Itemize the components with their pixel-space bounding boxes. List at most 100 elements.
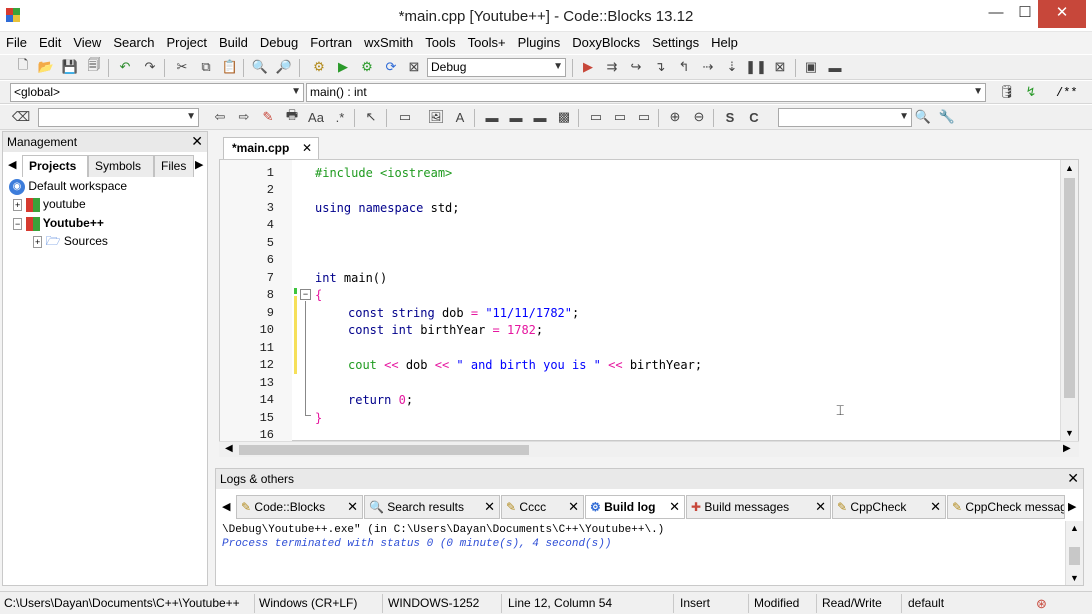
run-to-cursor-icon[interactable]: ⇉ bbox=[603, 58, 621, 76]
scrollbar-thumb[interactable] bbox=[1069, 547, 1080, 565]
run-icon[interactable]: ▶ bbox=[334, 58, 352, 76]
step-out-icon[interactable]: ↰ bbox=[675, 58, 693, 76]
editor-vertical-scrollbar[interactable]: ▲ ▼ bbox=[1060, 160, 1078, 442]
tree-item-youtube[interactable]: + youtube bbox=[13, 195, 86, 213]
code-editor[interactable]: 1 2 3 4 5 6 7 8 9 10 11 12 13 14 15 16 −… bbox=[219, 159, 1079, 442]
log-tab-cppcheck[interactable]: ✎ CppCheck ✕ bbox=[832, 495, 946, 519]
new-file-icon[interactable]: 🗋 bbox=[14, 57, 32, 76]
align-top-icon[interactable]: ▬ bbox=[483, 108, 501, 126]
scrollbar-thumb[interactable] bbox=[239, 445, 529, 455]
align-middle-icon[interactable]: ▬ bbox=[507, 108, 525, 126]
scroll-down-icon[interactable]: ▼ bbox=[1070, 573, 1079, 583]
log-tab-search-results[interactable]: 🔍 Search results ✕ bbox=[364, 495, 500, 519]
editor-horizontal-scrollbar[interactable]: ◀ ▶ bbox=[219, 441, 1079, 457]
menu-project[interactable]: Project bbox=[161, 33, 213, 50]
tab-scroll-left-icon[interactable]: ◀ bbox=[8, 158, 16, 171]
wildcard-icon[interactable]: .* bbox=[331, 108, 349, 126]
scroll-up-icon[interactable]: ▲ bbox=[1065, 163, 1074, 173]
s-icon[interactable]: S bbox=[721, 108, 739, 126]
database-icon[interactable]: 🛢 bbox=[998, 83, 1016, 101]
menu-settings[interactable]: Settings bbox=[646, 33, 705, 50]
tab-symbols[interactable]: Symbols bbox=[88, 155, 154, 177]
settings-wrench-icon[interactable]: 🔧 bbox=[938, 108, 956, 126]
step-instruction-icon[interactable]: ⇣ bbox=[723, 58, 741, 76]
menu-debug[interactable]: Debug bbox=[254, 33, 304, 50]
debug-info-icon[interactable]: ▬ bbox=[826, 58, 844, 76]
tab-scroll-right-icon[interactable]: ▶ bbox=[1068, 500, 1076, 513]
tree-item-youtube-plusplus[interactable]: − Youtube++ bbox=[13, 214, 104, 232]
symbol-select[interactable]: main() : int ▼ bbox=[306, 83, 986, 102]
scrollbar-thumb[interactable] bbox=[1064, 178, 1075, 398]
menu-help[interactable]: Help bbox=[705, 33, 744, 50]
redo-icon[interactable]: ↷ bbox=[141, 58, 159, 76]
menu-view[interactable]: View bbox=[67, 33, 107, 50]
zoom-out-icon[interactable]: ⊖ bbox=[690, 108, 708, 126]
search-combo[interactable]: ▼ bbox=[38, 108, 199, 127]
log-tab-codeblocks[interactable]: ✎ Code::Blocks ✕ bbox=[236, 495, 363, 519]
tab-projects[interactable]: Projects bbox=[22, 155, 88, 177]
fold-collapse-icon[interactable]: − bbox=[300, 289, 311, 300]
fill-icon[interactable]: ▩ bbox=[555, 108, 573, 126]
save-icon[interactable]: 💾 bbox=[61, 58, 79, 76]
rebuild-icon[interactable]: ⟳ bbox=[382, 58, 400, 76]
scroll-left-icon[interactable]: ◀ bbox=[225, 443, 233, 454]
tab-scroll-left-icon[interactable]: ◀ bbox=[222, 500, 230, 513]
menu-tools-plus[interactable]: Tools+ bbox=[462, 33, 512, 50]
zoom-in-icon[interactable]: ⊕ bbox=[666, 108, 684, 126]
build-target-select[interactable]: Debug ▼ bbox=[427, 58, 566, 77]
log-tab-cccc[interactable]: ✎ Cccc ✕ bbox=[501, 495, 584, 519]
pointer-icon[interactable]: ↖ bbox=[362, 108, 380, 126]
scroll-down-icon[interactable]: ▼ bbox=[1065, 428, 1074, 438]
rectangle-icon[interactable]: ▭ bbox=[396, 108, 414, 126]
menu-doxyblocks[interactable]: DoxyBlocks bbox=[566, 33, 646, 50]
doxywizard-icon[interactable]: ↯ bbox=[1022, 83, 1040, 101]
tab-files[interactable]: Files bbox=[154, 155, 194, 177]
replace-icon[interactable]: 🔎 bbox=[275, 58, 293, 76]
print-icon[interactable]: 🖶 bbox=[283, 107, 301, 126]
c-icon[interactable]: C bbox=[745, 108, 763, 126]
menu-fortran[interactable]: Fortran bbox=[304, 33, 358, 50]
frame-left-icon[interactable]: ▭ bbox=[587, 108, 605, 126]
close-tab-icon[interactable]: ✕ bbox=[568, 499, 579, 515]
save-all-icon[interactable]: 🗐 bbox=[85, 57, 103, 76]
close-tab-icon[interactable]: ✕ bbox=[669, 499, 680, 515]
close-tab-icon[interactable]: ✕ bbox=[347, 499, 358, 515]
tab-main-cpp[interactable]: *main.cpp ✕ bbox=[223, 137, 319, 159]
paste-icon[interactable]: 📋 bbox=[221, 58, 239, 76]
menu-edit[interactable]: Edit bbox=[33, 33, 67, 50]
log-tab-build-log[interactable]: ⚙ Build log ✕ bbox=[585, 495, 685, 519]
highlight-icon[interactable]: ✎ bbox=[259, 108, 277, 126]
close-tab-icon[interactable]: ✕ bbox=[484, 499, 495, 515]
build-and-run-icon[interactable]: ⚙ bbox=[358, 58, 376, 76]
menu-search[interactable]: Search bbox=[107, 33, 160, 50]
next-line-icon[interactable]: ↪ bbox=[627, 58, 645, 76]
copy-icon[interactable]: ⧉ bbox=[197, 58, 215, 76]
log-tab-build-messages[interactable]: ✚ Build messages ✕ bbox=[686, 495, 831, 519]
open-file-icon[interactable]: 📂 bbox=[37, 58, 55, 76]
menu-plugins[interactable]: Plugins bbox=[512, 33, 567, 50]
clear-icon[interactable]: ⌫ bbox=[12, 108, 30, 126]
scroll-right-icon[interactable]: ▶ bbox=[1063, 443, 1071, 454]
expand-icon[interactable]: + bbox=[33, 236, 43, 248]
scope-select[interactable]: <global> ▼ bbox=[10, 83, 304, 102]
incremental-search-combo[interactable]: ▼ bbox=[778, 108, 912, 127]
debug-windows-icon[interactable]: ▣ bbox=[802, 58, 820, 76]
tree-item-workspace[interactable]: ◉ Default workspace bbox=[9, 177, 127, 195]
doxy-comment-label[interactable]: /** bbox=[1056, 86, 1078, 100]
expand-icon[interactable]: + bbox=[13, 199, 23, 211]
log-tab-cppcheck-messages[interactable]: ✎ CppCheck messag bbox=[947, 495, 1065, 519]
pause-icon[interactable]: ❚❚ bbox=[745, 58, 767, 76]
menu-wxsmith[interactable]: wxSmith bbox=[358, 33, 419, 50]
close-tab-icon[interactable]: ✕ bbox=[815, 499, 826, 515]
debug-start-icon[interactable]: ▶ bbox=[579, 58, 597, 76]
step-into-icon[interactable]: ↴ bbox=[651, 58, 669, 76]
abort-icon[interactable]: ⊠ bbox=[405, 58, 423, 76]
stop-debug-icon[interactable]: ⊠ bbox=[771, 58, 789, 76]
text-icon[interactable]: A bbox=[451, 108, 469, 126]
forward-arrow-icon[interactable]: ⇨ bbox=[235, 108, 253, 126]
find-icon[interactable]: 🔍 bbox=[251, 58, 269, 76]
scroll-up-icon[interactable]: ▲ bbox=[1070, 523, 1079, 533]
close-icon[interactable]: ✕ bbox=[191, 133, 203, 150]
image-icon[interactable]: 🖼 bbox=[427, 108, 445, 126]
frame-center-icon[interactable]: ▭ bbox=[611, 108, 629, 126]
